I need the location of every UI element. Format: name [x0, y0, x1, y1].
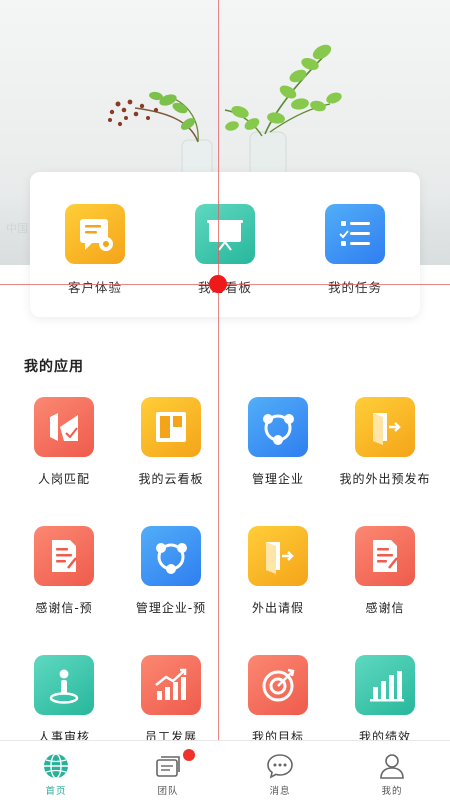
tab-label: 我的: [381, 786, 403, 797]
quick-actions-card: 客户体验 我的看板 我的任务: [30, 172, 420, 317]
tab-team[interactable]: 团队: [112, 741, 224, 800]
quick-action-customer-experience[interactable]: 客户体验: [40, 204, 150, 304]
chat-bubble-icon: [267, 754, 293, 779]
guide-line-vertical: [218, 0, 219, 800]
growth-chart-icon: [141, 655, 201, 715]
app-label: 人岗匹配: [37, 472, 90, 486]
notification-badge: [183, 749, 195, 761]
door-exit-icon: [248, 526, 308, 586]
app-hr-review[interactable]: 人事审核: [8, 655, 120, 745]
app-outing-prerelease[interactable]: 我的外出预发布: [329, 397, 441, 487]
letter-doc-icon: [355, 526, 415, 586]
app-my-goals[interactable]: 我的目标: [222, 655, 334, 745]
person-pin-icon: [34, 655, 94, 715]
quick-action-label: 我的任务: [327, 280, 382, 295]
tab-me[interactable]: 我的: [336, 741, 448, 800]
app-label: 管理企业-预: [135, 601, 207, 615]
app-thanks-letter-pre[interactable]: 感谢信-预: [8, 526, 120, 616]
app-label: 感谢信-预: [35, 601, 93, 615]
app-leave-request[interactable]: 外出请假: [222, 526, 334, 616]
app-my-performance[interactable]: 我的绩效: [329, 655, 441, 745]
app-label: 我的云看板: [138, 472, 204, 486]
app-thanks-letter[interactable]: 感谢信: [329, 526, 441, 616]
feedback-doc-icon: [65, 204, 125, 264]
banner-caption: 中国: [6, 222, 28, 235]
share-nodes-icon: [141, 526, 201, 586]
app-label: 我的外出预发布: [339, 472, 431, 486]
app-cloud-board[interactable]: 我的云看板: [115, 397, 227, 487]
app-manage-enterprise[interactable]: 管理企业: [222, 397, 334, 487]
globe-icon: [44, 753, 68, 779]
tab-label: 团队: [157, 786, 179, 797]
task-list-icon: [325, 204, 385, 264]
app-label: 管理企业: [251, 472, 304, 486]
quick-action-label: 客户体验: [67, 280, 122, 295]
presentation-board-icon: [195, 204, 255, 264]
share-nodes-icon: [248, 397, 308, 457]
quick-action-my-tasks[interactable]: 我的任务: [300, 204, 410, 304]
section-title-my-apps: 我的应用: [24, 359, 84, 375]
door-exit-icon: [355, 397, 415, 457]
letter-doc-icon: [34, 526, 94, 586]
user-icon: [380, 754, 404, 779]
app-job-match[interactable]: 人岗匹配: [8, 397, 120, 487]
bottom-tab-bar: 首页 团队 消息 我的: [0, 740, 450, 800]
bar-chart-icon: [355, 655, 415, 715]
touch-point-marker: [209, 275, 227, 293]
app-manage-enterprise-pre[interactable]: 管理企业-预: [115, 526, 227, 616]
team-cards-icon: [156, 756, 180, 777]
app-staff-development[interactable]: 员工发展: [115, 655, 227, 745]
tab-label: 消息: [269, 786, 291, 797]
tab-messages[interactable]: 消息: [224, 741, 336, 800]
cloud-board-icon: [141, 397, 201, 457]
target-icon: [248, 655, 308, 715]
tab-label: 首页: [45, 786, 67, 797]
tab-home[interactable]: 首页: [0, 741, 112, 800]
app-label: 感谢信: [365, 601, 405, 615]
job-match-icon: [34, 397, 94, 457]
app-label: 外出请假: [251, 601, 304, 615]
